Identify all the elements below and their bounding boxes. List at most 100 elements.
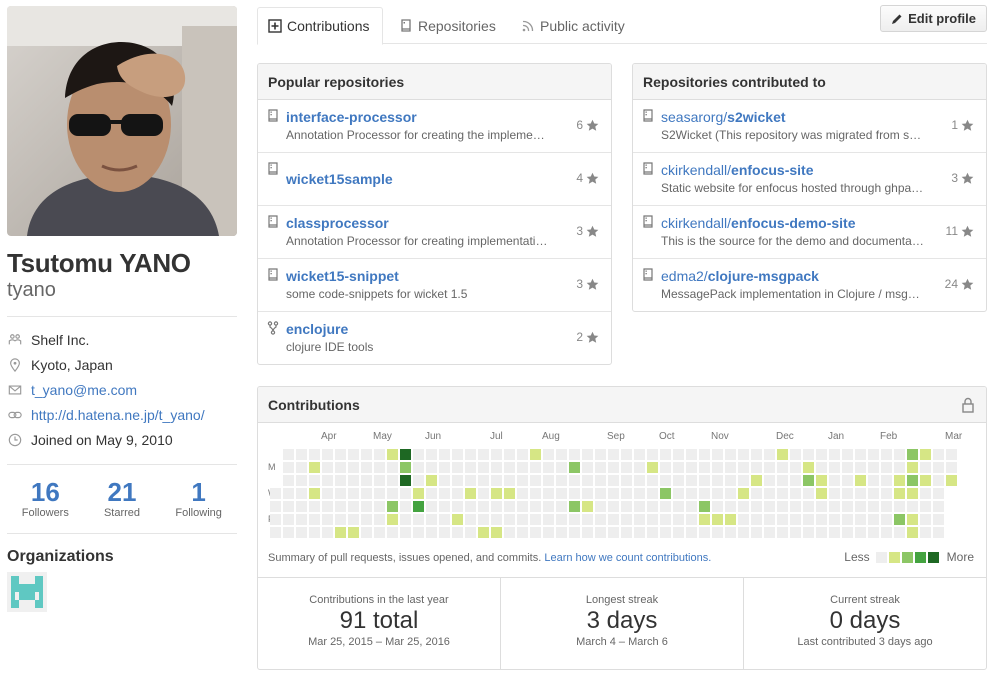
contribution-day[interactable] — [699, 501, 710, 512]
contribution-day[interactable] — [699, 527, 710, 538]
contribution-day[interactable] — [621, 527, 632, 538]
contribution-day[interactable] — [348, 514, 359, 525]
contribution-day[interactable] — [699, 488, 710, 499]
contribution-day[interactable] — [400, 462, 411, 473]
contribution-day[interactable] — [907, 475, 918, 486]
contribution-day[interactable] — [452, 462, 463, 473]
contribution-day[interactable] — [491, 462, 502, 473]
repo-full-name[interactable]: seasarorg/s2wicket — [661, 108, 976, 126]
contribution-day[interactable] — [686, 462, 697, 473]
contribution-day[interactable] — [608, 475, 619, 486]
contribution-day[interactable] — [595, 475, 606, 486]
contribution-day[interactable] — [309, 514, 320, 525]
contribution-day[interactable] — [400, 449, 411, 460]
contribution-day[interactable] — [647, 462, 658, 473]
contribution-day[interactable] — [270, 501, 281, 512]
contribution-day[interactable] — [920, 527, 931, 538]
contribution-day[interactable] — [478, 527, 489, 538]
contribution-day[interactable] — [296, 475, 307, 486]
contribution-day[interactable] — [283, 501, 294, 512]
contribution-day[interactable] — [413, 501, 424, 512]
contribution-day[interactable] — [790, 514, 801, 525]
contribution-day[interactable] — [803, 449, 814, 460]
contribution-day[interactable] — [608, 462, 619, 473]
contribution-day[interactable] — [543, 527, 554, 538]
contribution-day[interactable] — [738, 449, 749, 460]
stat-followers[interactable]: 16 Followers — [7, 477, 83, 519]
contribution-day[interactable] — [634, 475, 645, 486]
contribution-day[interactable] — [517, 462, 528, 473]
contribution-day[interactable] — [322, 488, 333, 499]
contribution-day[interactable] — [608, 449, 619, 460]
contribution-day[interactable] — [881, 527, 892, 538]
contribution-day[interactable] — [309, 462, 320, 473]
contribution-day[interactable] — [855, 514, 866, 525]
contributed-repo-row[interactable]: seasarorg/s2wicket S2Wicket (This reposit… — [633, 100, 986, 153]
website-link[interactable]: http://d.hatena.ne.jp/t_yano/ — [31, 407, 205, 423]
contribution-day[interactable] — [738, 527, 749, 538]
contribution-day[interactable] — [660, 527, 671, 538]
contribution-day[interactable] — [647, 488, 658, 499]
contribution-day[interactable] — [738, 514, 749, 525]
contribution-day[interactable] — [322, 514, 333, 525]
contribution-day[interactable] — [946, 449, 957, 460]
contribution-day[interactable] — [907, 449, 918, 460]
contribution-day[interactable] — [660, 462, 671, 473]
contribution-day[interactable] — [491, 475, 502, 486]
contribution-day[interactable] — [881, 462, 892, 473]
contribution-day[interactable] — [946, 475, 957, 486]
contribution-day[interactable] — [309, 449, 320, 460]
contribution-day[interactable] — [322, 449, 333, 460]
contribution-day[interactable] — [517, 527, 528, 538]
contribution-day[interactable] — [764, 475, 775, 486]
contribution-day[interactable] — [829, 501, 840, 512]
contribution-day[interactable] — [803, 514, 814, 525]
contribution-day[interactable] — [855, 527, 866, 538]
contribution-day[interactable] — [933, 462, 944, 473]
contribution-day[interactable] — [569, 527, 580, 538]
contribution-day[interactable] — [504, 475, 515, 486]
repo-name[interactable]: classprocessor — [286, 214, 601, 232]
contribution-day[interactable] — [530, 488, 541, 499]
contribution-day[interactable] — [452, 514, 463, 525]
contribution-day[interactable] — [634, 462, 645, 473]
contribution-day[interactable] — [400, 527, 411, 538]
contribution-day[interactable] — [829, 449, 840, 460]
contributed-repo-row[interactable]: edma2/clojure-msgpack MessagePack impleme… — [633, 259, 986, 311]
contribution-day[interactable] — [478, 475, 489, 486]
contribution-day[interactable] — [647, 449, 658, 460]
contribution-day[interactable] — [270, 527, 281, 538]
popular-repo-row[interactable]: wicket15sample 4 — [258, 153, 611, 206]
contribution-day[interactable] — [725, 475, 736, 486]
contribution-day[interactable] — [517, 514, 528, 525]
contribution-day[interactable] — [608, 501, 619, 512]
contribution-day[interactable] — [933, 449, 944, 460]
contribution-day[interactable] — [738, 488, 749, 499]
contribution-day[interactable] — [361, 449, 372, 460]
edit-profile-button[interactable]: Edit profile — [880, 5, 987, 32]
contribution-day[interactable] — [894, 475, 905, 486]
contribution-day[interactable] — [543, 501, 554, 512]
contribution-day[interactable] — [868, 449, 879, 460]
contribution-day[interactable] — [920, 514, 931, 525]
contribution-day[interactable] — [634, 488, 645, 499]
contribution-day[interactable] — [907, 501, 918, 512]
contribution-day[interactable] — [283, 488, 294, 499]
contribution-day[interactable] — [881, 475, 892, 486]
contribution-day[interactable] — [777, 501, 788, 512]
contribution-day[interactable] — [712, 514, 723, 525]
contribution-day[interactable] — [777, 527, 788, 538]
contribution-day[interactable] — [439, 475, 450, 486]
contribution-day[interactable] — [894, 462, 905, 473]
contribution-day[interactable] — [465, 449, 476, 460]
contribution-day[interactable] — [387, 462, 398, 473]
contribution-day[interactable] — [335, 462, 346, 473]
contribution-day[interactable] — [777, 475, 788, 486]
contribution-day[interactable] — [777, 488, 788, 499]
contribution-day[interactable] — [894, 501, 905, 512]
contribution-day[interactable] — [387, 514, 398, 525]
contribution-day[interactable] — [504, 527, 515, 538]
contribution-day[interactable] — [504, 462, 515, 473]
contribution-day[interactable] — [517, 488, 528, 499]
contribution-day[interactable] — [816, 475, 827, 486]
